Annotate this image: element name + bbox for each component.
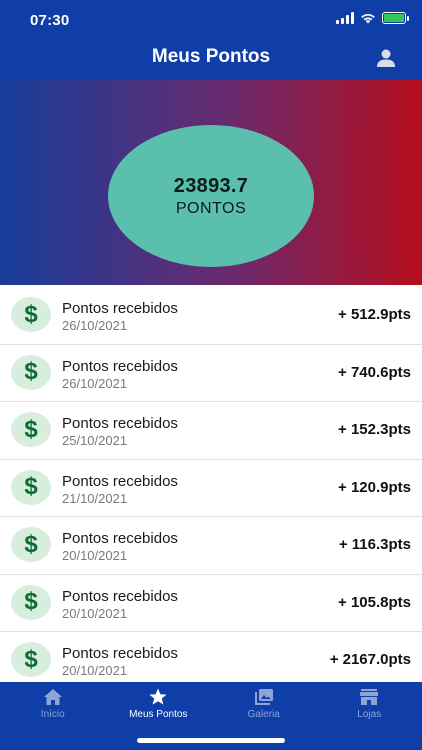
transaction-amount: + 105.8pts	[338, 593, 411, 611]
status-icons	[336, 12, 409, 24]
tab-label: Lojas	[357, 709, 382, 720]
list-item[interactable]: $ Pontos recebidos 26/10/2021 + 512.9pts	[0, 287, 422, 345]
tab-galeria[interactable]: Galeria	[211, 682, 317, 722]
transaction-date: 20/10/2021	[62, 548, 128, 563]
transaction-title: Pontos recebidos	[62, 300, 178, 317]
transaction-title: Pontos recebidos	[62, 645, 178, 662]
tab-label: Meus Pontos	[129, 709, 188, 720]
status-time: 07:30	[30, 12, 70, 29]
transactions-list[interactable]: $ Pontos recebidos 26/10/2021 + 512.9pts…	[0, 287, 422, 682]
battery-icon	[382, 12, 409, 24]
points-hero: 23893.7 PONTOS	[0, 80, 422, 285]
app-screen: 07:30 Meus Pontos 23893.7 PONTOS $ Ponto…	[0, 0, 422, 750]
transaction-date: 20/10/2021	[62, 605, 128, 621]
signal-icon	[336, 12, 354, 24]
tab-label: Galeria	[247, 709, 280, 720]
list-item[interactable]: $ Pontos recebidos 26/10/2021 + 740.6pts	[0, 345, 422, 402]
points-value: 23893.7	[173, 174, 249, 197]
dollar-icon: $	[11, 527, 51, 562]
home-icon	[43, 689, 62, 705]
home-indicator	[137, 738, 285, 743]
top-bar: 07:30 Meus Pontos	[0, 0, 422, 80]
transaction-amount: + 2167.0pts	[329, 651, 411, 668]
list-item[interactable]: $ Pontos recebidos 25/10/2021 + 152.3pts	[0, 402, 422, 460]
tab-label: Início	[40, 709, 65, 720]
dollar-icon: $	[11, 584, 51, 620]
points-label: PONTOS	[175, 199, 247, 217]
gallery-icon	[254, 689, 273, 705]
transaction-amount: + 116.3pts	[338, 536, 411, 553]
dollar-icon: $	[11, 412, 51, 447]
transaction-date: 26/10/2021	[62, 318, 128, 333]
list-item[interactable]: $ Pontos recebidos 21/10/2021 + 120.9pts	[0, 460, 422, 517]
dollar-icon: $	[11, 297, 51, 332]
transaction-title: Pontos recebidos	[62, 472, 178, 490]
store-icon	[360, 689, 379, 705]
list-item[interactable]: $ Pontos recebidos 20/10/2021 + 116.3pts	[0, 517, 422, 575]
tab-lojas[interactable]: Lojas	[317, 682, 422, 722]
points-circle: 23893.7 PONTOS	[108, 125, 314, 267]
transaction-amount: + 120.9pts	[338, 478, 411, 496]
transaction-title: Pontos recebidos	[62, 415, 178, 432]
page-title: Meus Pontos	[151, 46, 271, 67]
transaction-date: 20/10/2021	[62, 663, 128, 678]
transaction-date: 25/10/2021	[62, 433, 128, 448]
transaction-date: 26/10/2021	[62, 375, 128, 391]
transaction-title: Pontos recebidos	[62, 357, 178, 375]
dollar-icon: $	[11, 642, 51, 677]
transaction-amount: + 512.9pts	[338, 306, 411, 323]
transaction-date: 21/10/2021	[62, 490, 128, 506]
list-item[interactable]: $ Pontos recebidos 20/10/2021 + 2167.0pt…	[0, 632, 422, 682]
list-item[interactable]: $ Pontos recebidos 20/10/2021 + 105.8pts	[0, 575, 422, 632]
star-icon	[149, 688, 167, 705]
dollar-icon: $	[11, 469, 51, 505]
wifi-icon	[361, 13, 375, 24]
dollar-icon: $	[11, 354, 51, 390]
tab-meus-pontos[interactable]: Meus Pontos	[106, 682, 212, 722]
transaction-title: Pontos recebidos	[62, 530, 178, 547]
transaction-title: Pontos recebidos	[62, 587, 178, 605]
transaction-amount: + 152.3pts	[338, 421, 411, 438]
profile-icon[interactable]	[376, 48, 396, 68]
transaction-amount: + 740.6pts	[338, 363, 411, 381]
tab-inicio[interactable]: Início	[0, 682, 106, 722]
